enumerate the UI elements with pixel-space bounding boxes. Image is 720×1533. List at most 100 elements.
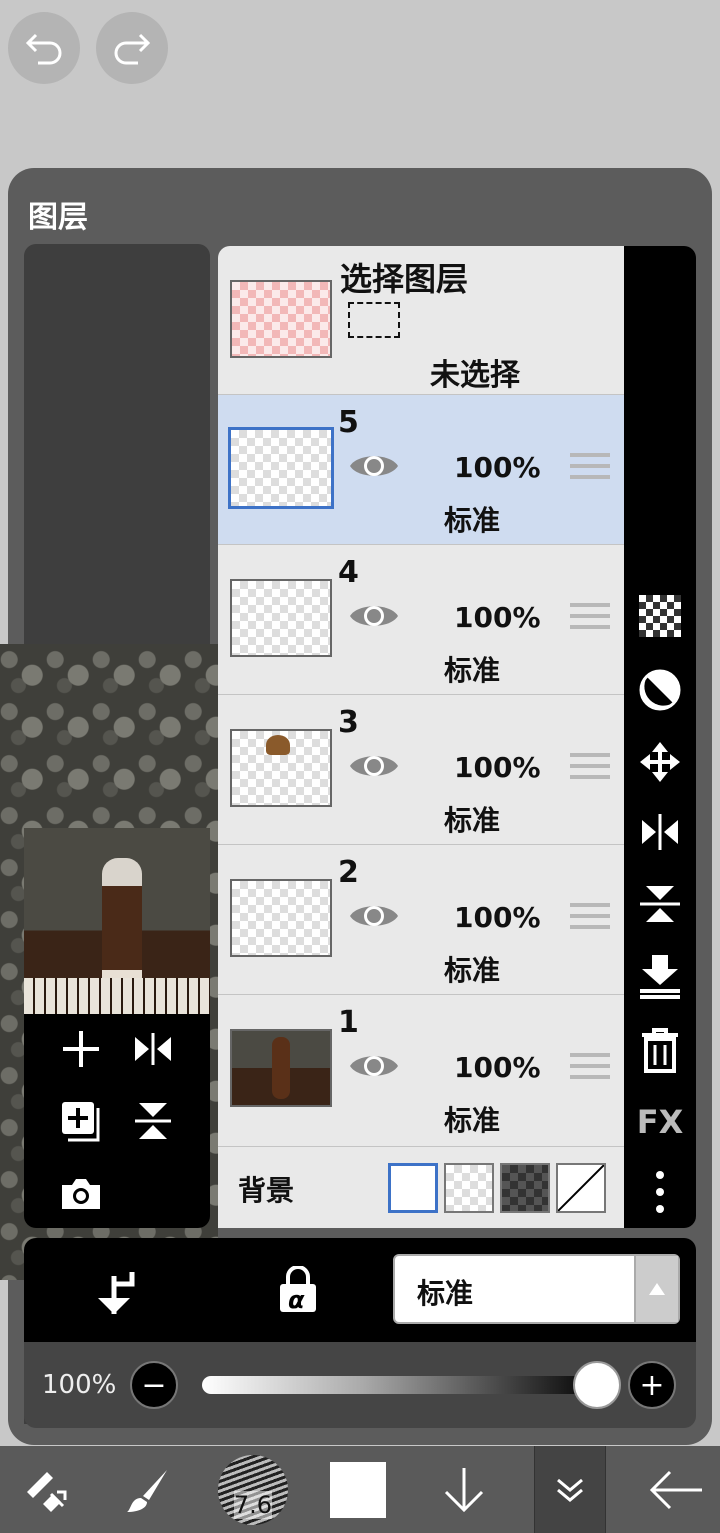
bottom-toolbar: 7.6 (0, 1446, 720, 1533)
layer-thumbnail (228, 427, 334, 509)
flip-horizontal-icon[interactable] (624, 804, 696, 860)
redo-icon (114, 33, 151, 65)
layer-opacity: 100% (454, 601, 541, 634)
opacity-decrease-button[interactable]: − (130, 1361, 178, 1409)
layer-thumbnail (230, 1029, 332, 1107)
layer-number: 4 (338, 555, 359, 590)
character-figure (102, 858, 142, 998)
undo-icon (25, 33, 62, 65)
checker-icon[interactable] (624, 588, 696, 644)
layer-blend-mode: 标准 (444, 954, 501, 987)
camera-icon (62, 1179, 100, 1209)
layer-thumbnail (230, 729, 332, 807)
layer-number: 3 (338, 705, 359, 740)
layer-thumbnail (230, 579, 332, 657)
blend-mode-value: 标准 (417, 1277, 474, 1310)
brush-size-value: 7.6 (233, 1490, 273, 1519)
layer-row-4[interactable]: 4 100% 标准 (218, 544, 624, 694)
drag-handle-icon[interactable] (570, 1053, 610, 1087)
eye-icon[interactable] (348, 597, 400, 635)
arrow-left-icon (649, 1470, 702, 1509)
bg-white-swatch[interactable] (388, 1163, 438, 1213)
canvas-thumbnail[interactable] (24, 828, 210, 1014)
panel-title: 图层 (28, 200, 88, 235)
bg-none-swatch[interactable] (556, 1163, 606, 1213)
drag-handle-icon[interactable] (570, 603, 610, 637)
duplicate-icon (62, 1102, 100, 1142)
background-label: 背景 (238, 1174, 295, 1207)
bg-checker-light-swatch[interactable] (444, 1163, 494, 1213)
layer-thumbnail (230, 879, 332, 957)
eye-icon[interactable] (348, 447, 400, 485)
alpha-lock-button[interactable]: α (278, 1265, 320, 1316)
layer-opacity: 100% (454, 751, 541, 784)
alpha-label: α (288, 1286, 305, 1314)
back-button[interactable] (636, 1446, 716, 1533)
redo-button[interactable] (96, 12, 168, 84)
transform-tool-button[interactable] (10, 1446, 80, 1533)
flip-canvas-vertical-button[interactable] (128, 1096, 178, 1146)
move-icon[interactable] (624, 734, 696, 790)
drag-handle-icon[interactable] (570, 753, 610, 787)
add-layer-button[interactable] (56, 1024, 106, 1074)
clipping-arrow-icon (98, 1272, 135, 1314)
select-layer-title: 选择图层 (340, 260, 469, 298)
color-swatch (330, 1461, 386, 1518)
layer-blend-mode: 标准 (444, 1104, 501, 1137)
flip-canvas-horizontal-button[interactable] (128, 1024, 178, 1074)
layer-row-5[interactable]: 5 100% 标准 (218, 394, 624, 544)
eye-icon[interactable] (348, 747, 400, 785)
color-button[interactable] (322, 1446, 394, 1533)
layer-list: 选择图层 未选择 5 100% 标准 4 100% 标准 3 100% 标准 2… (218, 246, 624, 1228)
more-icon[interactable] (624, 1164, 696, 1220)
layer-down-button[interactable] (428, 1446, 500, 1533)
transform-icon (27, 1471, 67, 1512)
arrow-down-icon (444, 1467, 484, 1512)
piano-keys (24, 978, 210, 1014)
merge-down-icon[interactable] (624, 948, 696, 1004)
undo-button[interactable] (8, 12, 80, 84)
flip-vertical-icon[interactable] (624, 876, 696, 932)
flip-vertical-icon (135, 1103, 171, 1139)
opacity-slider-track[interactable] (202, 1376, 602, 1394)
trash-icon[interactable] (624, 1022, 696, 1078)
brush-preview-icon: 7.6 (218, 1454, 288, 1525)
fx-button[interactable]: FX (624, 1094, 696, 1150)
bg-checker-dark-swatch[interactable] (500, 1163, 550, 1213)
layer-blend-mode: 标准 (444, 804, 501, 837)
clipping-button[interactable] (94, 1268, 142, 1316)
duplicate-layer-button[interactable] (56, 1096, 106, 1146)
eye-icon[interactable] (348, 1047, 400, 1085)
selection-marquee-icon (348, 302, 400, 338)
figure-sketch (272, 1037, 290, 1099)
layer-row-2[interactable]: 2 100% 标准 (218, 844, 624, 994)
layer-number: 1 (338, 1005, 359, 1040)
layer-row-1[interactable]: 1 100% 标准 (218, 994, 624, 1144)
eye-icon[interactable] (348, 897, 400, 935)
camera-button[interactable] (56, 1168, 106, 1218)
selection-thumbnail (230, 280, 332, 358)
chevron-up-icon (634, 1256, 678, 1322)
drag-handle-icon[interactable] (570, 903, 610, 937)
layer-blend-mode: 标准 (444, 504, 501, 537)
double-chevron-down-icon (557, 1478, 583, 1502)
invert-icon[interactable] (624, 662, 696, 718)
layer-action-tools (24, 1014, 210, 1228)
drag-handle-icon[interactable] (570, 453, 610, 487)
select-layer-row[interactable]: 选择图层 未选择 (218, 246, 624, 394)
layers-menu-button[interactable] (534, 1446, 606, 1533)
layer-number: 5 (338, 405, 359, 440)
brush-tool-button[interactable] (112, 1446, 182, 1533)
layer-opacity: 100% (454, 901, 541, 934)
layer-number: 2 (338, 855, 359, 890)
layer-opacity: 100% (454, 451, 541, 484)
opacity-slider-knob[interactable] (573, 1361, 621, 1409)
layer-row-3[interactable]: 3 100% 标准 (218, 694, 624, 844)
brush-size-button[interactable]: 7.6 (214, 1446, 292, 1533)
flip-horizontal-icon (135, 1033, 171, 1065)
right-tool-strip: FX (624, 246, 696, 1228)
opacity-increase-button[interactable]: + (628, 1361, 676, 1409)
brush-icon (127, 1469, 167, 1512)
layer-blend-mode: 标准 (444, 654, 501, 687)
blend-mode-select[interactable]: 标准 (393, 1254, 680, 1324)
